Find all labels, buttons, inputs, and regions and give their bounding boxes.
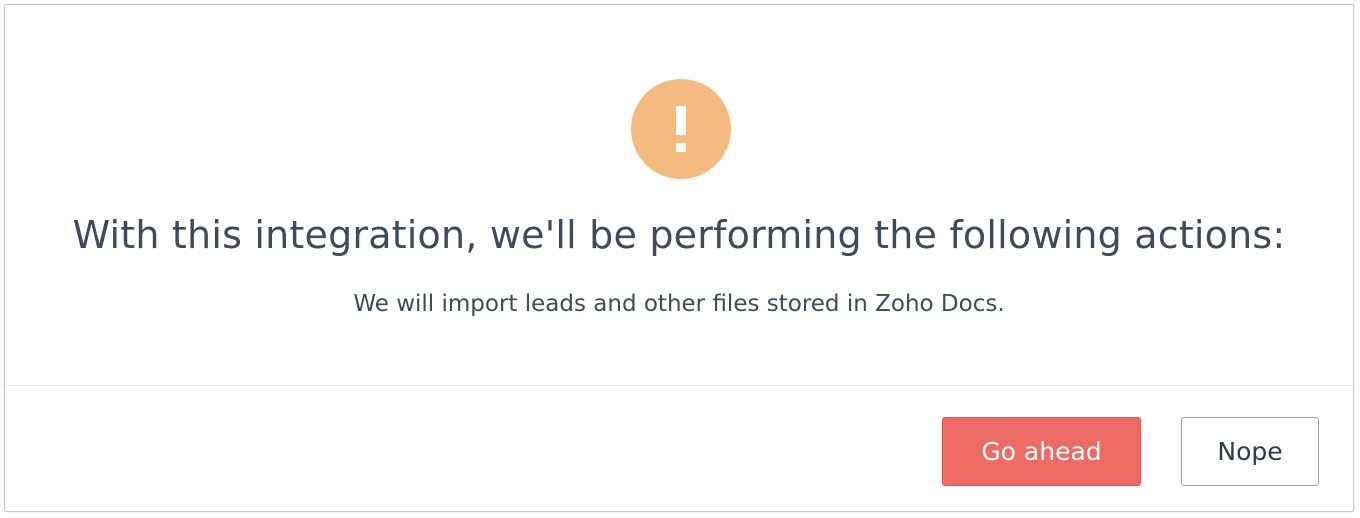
dialog-heading: With this integration, we'll be performi…: [72, 213, 1286, 257]
dialog-footer: Go ahead Nope: [5, 386, 1353, 512]
go-ahead-button[interactable]: Go ahead: [942, 417, 1141, 486]
exclamation-dot: [676, 143, 686, 152]
dialog-description: We will import leads and other files sto…: [353, 291, 1005, 317]
exclamation-alert-icon: [631, 79, 731, 179]
dialog-body: With this integration, we'll be performi…: [5, 5, 1353, 385]
nope-button[interactable]: Nope: [1181, 417, 1319, 486]
integration-confirm-dialog: With this integration, we'll be performi…: [4, 4, 1354, 512]
exclamation-bar: [676, 106, 686, 135]
